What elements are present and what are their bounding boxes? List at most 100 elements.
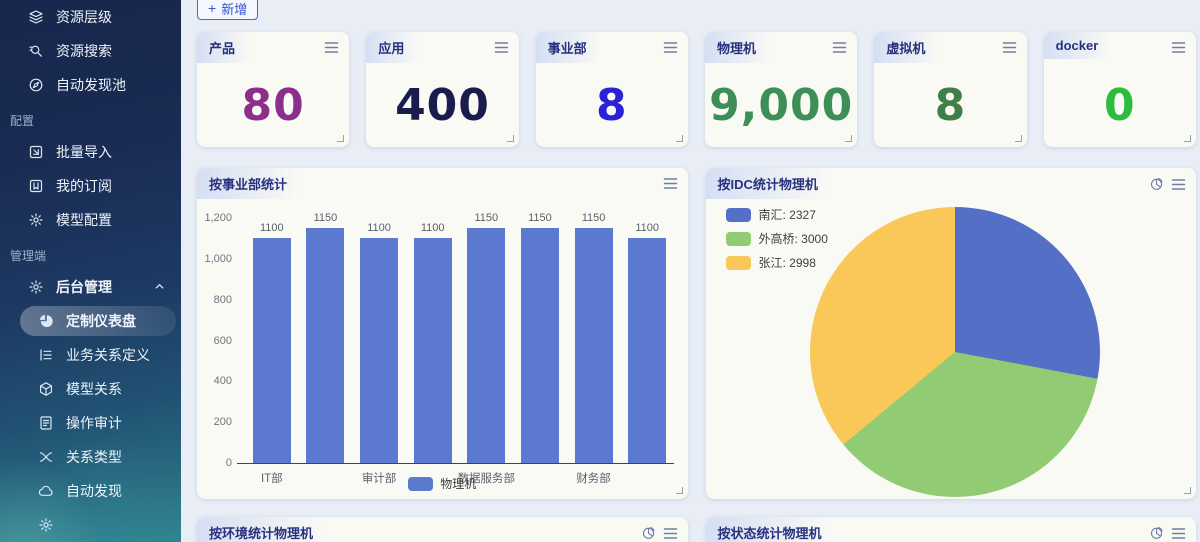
- doc-icon: [38, 415, 54, 431]
- cube-icon: [38, 381, 54, 397]
- stat-card-virtual-machine: 虚拟机 8: [874, 32, 1026, 147]
- stat-card-value: 8: [874, 84, 1026, 128]
- stat-card-value: 0: [1044, 84, 1196, 128]
- stat-card-value: 400: [366, 84, 518, 128]
- bar: [253, 238, 291, 463]
- charts-row: 按事业部统计 02004006008001,0001,200 110011501…: [197, 168, 1196, 499]
- pie-legend-item[interactable]: 南汇: 2327: [726, 206, 828, 223]
- sidebar-item-batch-import[interactable]: 批量导入: [0, 135, 181, 169]
- stat-card-label: docker: [1044, 32, 1117, 59]
- stat-cards-row: 产品80应用400事业部8物理机9,000虚拟机8docker0: [197, 32, 1196, 147]
- bar-value-label: 1150: [460, 212, 514, 224]
- stat-card-business-unit: 事业部8: [536, 32, 688, 147]
- sidebar-item-label: 模型关系: [66, 379, 122, 399]
- menu-icon[interactable]: [1171, 527, 1186, 540]
- stat-card-value: 80: [197, 84, 349, 128]
- env-stats-title: 按环境统计物理机: [197, 517, 331, 542]
- menu-icon[interactable]: [832, 41, 847, 54]
- relation-icon: [38, 449, 54, 465]
- resize-handle-icon[interactable]: [1015, 135, 1022, 142]
- sidebar-item-model-relation[interactable]: 模型关系: [0, 372, 181, 406]
- bar-chart-x-axis-line: [237, 463, 674, 464]
- pie-chart-icon[interactable]: [642, 526, 656, 540]
- menu-icon[interactable]: [1171, 178, 1186, 191]
- sidebar-item-label: 批量导入: [56, 142, 112, 162]
- y-tick-label: 200: [214, 416, 232, 428]
- bar-value-label: 1100: [352, 222, 406, 234]
- legend-label: 南汇: 2327: [759, 206, 816, 223]
- sidebar-item-relation-type[interactable]: 关系类型: [0, 440, 181, 474]
- pie-icon: [38, 313, 54, 329]
- sidebar-item-operation-audit[interactable]: 操作审计: [0, 406, 181, 440]
- plus-icon: +: [208, 1, 216, 15]
- add-button[interactable]: + 新增: [197, 0, 258, 20]
- sidebar-item-backend-admin[interactable]: 后台管理: [0, 270, 181, 304]
- stat-card-value: 9,000: [705, 84, 857, 128]
- sidebar-item-auto-discovery[interactable]: 自动发现: [0, 474, 181, 508]
- legend-swatch: [726, 256, 751, 270]
- menu-icon[interactable]: [663, 41, 678, 54]
- resize-handle-icon[interactable]: [507, 135, 514, 142]
- y-tick-label: 0: [226, 457, 232, 469]
- pie-chart-title: 按IDC统计物理机: [706, 168, 836, 199]
- sidebar-item-label: 自动发现: [66, 481, 122, 501]
- legend-swatch: [726, 208, 751, 222]
- bar: [575, 228, 613, 463]
- bar: [628, 238, 666, 463]
- pie-legend-item[interactable]: 张江: 2998: [726, 254, 828, 271]
- bar-chart-legend[interactable]: 物理机: [197, 475, 688, 492]
- sidebar-item-clipped-item[interactable]: [0, 508, 181, 542]
- y-tick-label: 600: [214, 335, 232, 347]
- sidebar: 资源层级资源搜索自动发现池配置批量导入我的订阅模型配置管理端后台管理定制仪表盘业…: [0, 0, 181, 542]
- bar-chart-card: 按事业部统计 02004006008001,0001,200 110011501…: [197, 168, 688, 499]
- resize-handle-icon[interactable]: [1184, 135, 1191, 142]
- legend-label: 外高桥: 3000: [759, 230, 828, 247]
- sidebar-item-resource-search[interactable]: 资源搜索: [0, 34, 181, 68]
- sidebar-item-label: 模型配置: [56, 210, 112, 230]
- bar: [360, 238, 398, 463]
- stat-card-label: 应用: [366, 32, 422, 63]
- sidebar-item-resource-hierarchy[interactable]: 资源层级: [0, 0, 181, 34]
- sidebar-item-label: 定制仪表盘: [66, 311, 136, 331]
- sliders-icon: [28, 212, 44, 228]
- resize-handle-icon[interactable]: [676, 487, 683, 494]
- sidebar-section-label: 管理端: [0, 240, 181, 270]
- bar: [414, 238, 452, 463]
- menu-icon[interactable]: [324, 41, 339, 54]
- sidebar-item-model-config[interactable]: 模型配置: [0, 203, 181, 237]
- menu-icon[interactable]: [1171, 41, 1186, 54]
- resize-handle-icon[interactable]: [845, 135, 852, 142]
- menu-icon[interactable]: [1002, 41, 1017, 54]
- sidebar-item-label: 资源层级: [56, 7, 112, 27]
- legend-label: 张江: 2998: [759, 254, 816, 271]
- chevron-up-icon[interactable]: [154, 279, 165, 295]
- stat-card-label: 事业部: [536, 32, 605, 63]
- bar: [521, 228, 559, 463]
- bar-value-label: 1150: [299, 212, 353, 224]
- main-content: + 新增 产品80 应用 400 事业部8 物理机 9,000 虚拟机 8 docker 0 按事…: [181, 0, 1200, 542]
- menu-icon[interactable]: [663, 177, 678, 190]
- resize-handle-icon[interactable]: [337, 135, 344, 142]
- y-tick-label: 800: [214, 294, 232, 306]
- sidebar-item-custom-dashboard[interactable]: 定制仪表盘: [20, 306, 176, 336]
- bar-chart-title: 按事业部统计: [197, 168, 305, 199]
- sidebar-item-my-subscriptions[interactable]: 我的订阅: [0, 169, 181, 203]
- sidebar-item-business-relation-definition[interactable]: 业务关系定义: [0, 338, 181, 372]
- gear-icon: [28, 279, 44, 295]
- stat-card-product: 产品80: [197, 32, 349, 147]
- menu-icon[interactable]: [663, 527, 678, 540]
- stat-card-label: 虚拟机: [874, 32, 943, 63]
- pie-chart-icon[interactable]: [1150, 526, 1164, 540]
- sidebar-item-auto-discovery-pool[interactable]: 自动发现池: [0, 68, 181, 102]
- compass-icon: [28, 77, 44, 93]
- pie-chart: [810, 207, 1100, 497]
- pie-chart-icon[interactable]: [1150, 177, 1164, 191]
- bar-value-label: 1150: [513, 212, 567, 224]
- resize-handle-icon[interactable]: [676, 135, 683, 142]
- menu-icon[interactable]: [494, 41, 509, 54]
- resize-handle-icon[interactable]: [1184, 487, 1191, 494]
- pie-legend-item[interactable]: 外高桥: 3000: [726, 230, 828, 247]
- bottom-row: 按环境统计物理机 按状态统计物理机: [197, 517, 1196, 542]
- bar-value-label: 1100: [620, 222, 674, 234]
- y-tick-label: 1,000: [204, 253, 232, 265]
